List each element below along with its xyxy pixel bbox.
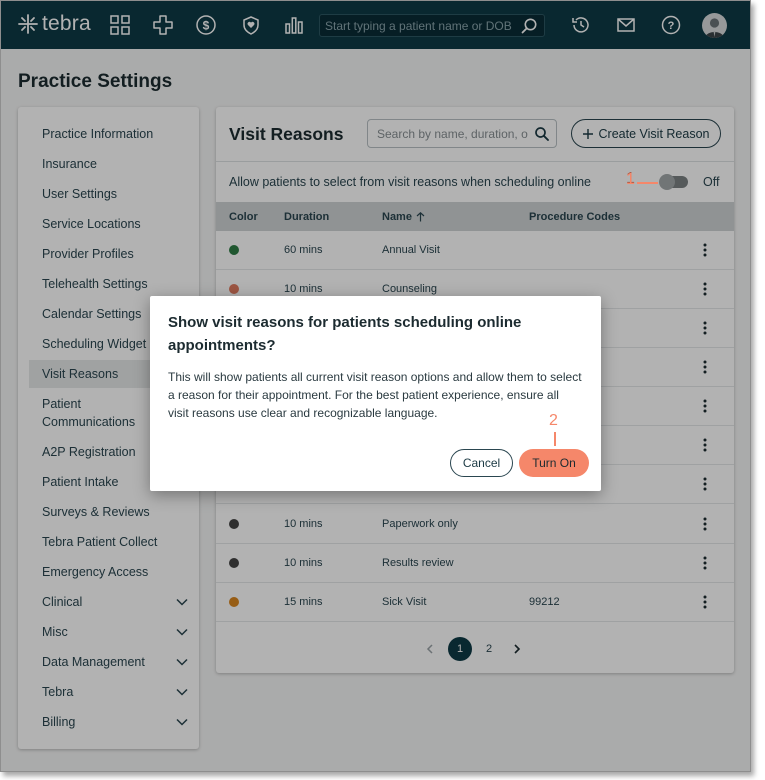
callout-annotation-1-line xyxy=(637,182,658,184)
callout-annotation-1-number: 1 xyxy=(626,171,635,188)
callout-step-2: 2 xyxy=(549,412,558,430)
dialog-body: This will show patients all current visi… xyxy=(168,370,582,420)
callout-annotation-1: 1 xyxy=(626,171,635,189)
cancel-button[interactable]: Cancel xyxy=(450,449,513,477)
app-window: tebra $ Start typing a patient name or D… xyxy=(0,0,751,772)
dialog-title: Show visit reasons for patients scheduli… xyxy=(168,314,522,354)
turn-on-button[interactable]: Turn On xyxy=(519,449,589,477)
callout-step-2-line xyxy=(554,432,556,446)
confirm-dialog: Show visit reasons for patients scheduli… xyxy=(150,296,601,491)
callout-step-2-number: 2 xyxy=(549,412,558,429)
